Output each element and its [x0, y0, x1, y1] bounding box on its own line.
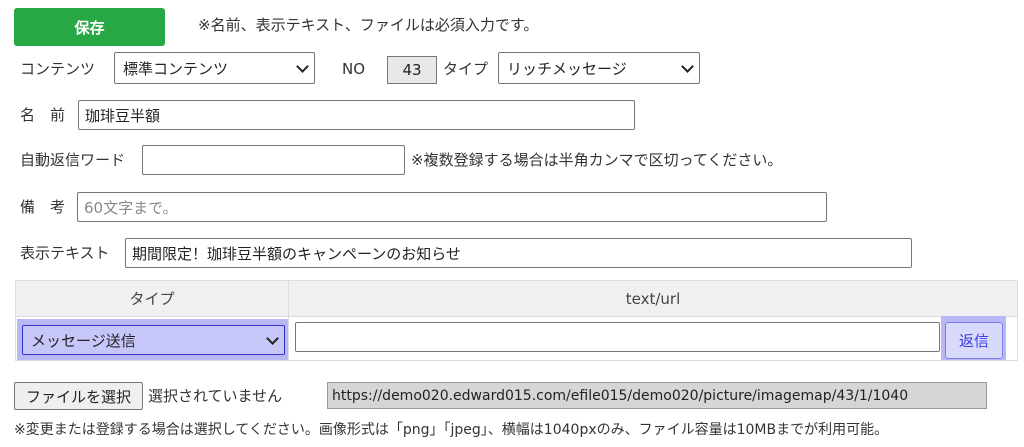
choose-file-button[interactable]: ファイルを選択 [14, 382, 143, 410]
file-status: 選択されていません [148, 387, 283, 405]
row-text-url-input[interactable] [295, 322, 940, 352]
remarks-label: 備 考 [20, 198, 66, 216]
chevron-down-icon [681, 60, 694, 73]
type-select-value: リッチメッセージ [507, 59, 627, 78]
table-header-text-url: text/url [289, 281, 1017, 316]
reply-button[interactable]: 返信 [945, 322, 1003, 359]
display-text-input[interactable]: 期間限定！珈琲豆半額のキャンペーンのお知らせ [125, 238, 912, 268]
remarks-input[interactable]: 60文字まで。 [77, 192, 827, 222]
required-note: ※名前、表示テキスト、ファイルは必須入力です。 [198, 16, 539, 34]
no-value: 43 [387, 56, 437, 84]
contents-select[interactable]: 標準コンテンツ [114, 52, 315, 84]
action-table: タイプ text/url メッセージ送信 返信 [15, 280, 1018, 361]
no-label: NO [342, 60, 366, 78]
display-text-label: 表示テキスト [20, 244, 110, 262]
chevron-down-icon [266, 332, 279, 345]
row-type-select-value: メッセージ送信 [31, 331, 136, 350]
contents-select-value: 標準コンテンツ [123, 59, 229, 78]
save-button[interactable]: 保存 [14, 8, 165, 46]
row-type-select[interactable]: メッセージ送信 [22, 325, 285, 355]
row-divider [16, 316, 1017, 317]
name-input[interactable]: 珈琲豆半額 [78, 100, 635, 130]
file-note: ※変更または登録する場合は選択してください。画像形式は「png」「jpeg」、横… [14, 422, 889, 438]
file-url-field: https://demo020.edward015.com/efile015/d… [327, 382, 987, 409]
name-label: 名 前 [20, 106, 66, 124]
type-label: タイプ [443, 60, 489, 78]
auto-reply-input[interactable] [142, 145, 405, 175]
remarks-placeholder: 60文字まで。 [84, 198, 178, 217]
type-select[interactable]: リッチメッセージ [498, 52, 700, 84]
table-header-type: タイプ [16, 281, 288, 316]
auto-reply-note: ※複数登録する場合は半角カンマで区切ってください。 [411, 151, 783, 169]
contents-label: コンテンツ [20, 60, 96, 78]
auto-reply-label: 自動返信ワード [20, 151, 126, 169]
chevron-down-icon [296, 60, 309, 73]
